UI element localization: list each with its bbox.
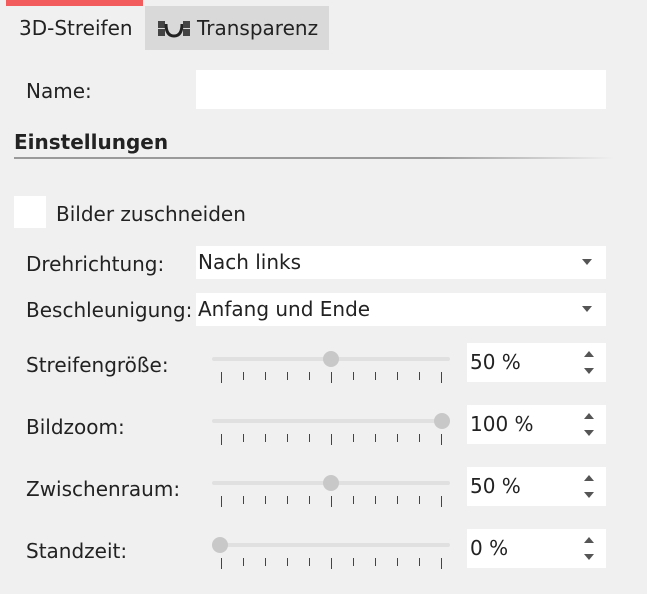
crop-images-checkbox[interactable] bbox=[14, 196, 46, 228]
stripe-size-slider[interactable] bbox=[212, 344, 450, 384]
slider-tick bbox=[221, 558, 222, 569]
slider-tick bbox=[265, 496, 266, 504]
hold-time-value: 0 % bbox=[470, 536, 509, 560]
gap-spinbox[interactable]: 50 % bbox=[467, 467, 606, 506]
spin-up-icon[interactable] bbox=[584, 537, 594, 543]
slider-tick bbox=[309, 496, 310, 504]
slider-tick bbox=[441, 496, 442, 507]
slider-tick bbox=[287, 434, 288, 442]
slider-tick bbox=[419, 372, 420, 380]
slider-tick bbox=[331, 434, 332, 445]
stripe-size-label: Streifengröße: bbox=[26, 353, 169, 377]
direction-label: Drehrichtung: bbox=[26, 252, 165, 276]
crop-images-label: Bilder zuschneiden bbox=[56, 202, 246, 226]
slider-tick bbox=[287, 496, 288, 504]
slider-tick bbox=[331, 372, 332, 383]
slider-ticks bbox=[212, 434, 450, 445]
direction-dropdown[interactable]: Nach links bbox=[196, 246, 606, 279]
slider-tick bbox=[243, 372, 244, 380]
slider-tick bbox=[331, 496, 332, 507]
image-zoom-slider[interactable] bbox=[212, 406, 450, 446]
spin-up-icon[interactable] bbox=[584, 413, 594, 419]
slider-tick bbox=[265, 558, 266, 566]
tab-label: Transparenz bbox=[197, 16, 319, 40]
spin-down-icon[interactable] bbox=[584, 430, 594, 436]
slider-tick bbox=[243, 496, 244, 504]
slider-tick bbox=[419, 496, 420, 504]
image-zoom-value: 100 % bbox=[470, 412, 534, 436]
slider-tick bbox=[243, 558, 244, 566]
spin-up-icon[interactable] bbox=[584, 475, 594, 481]
slider-tick bbox=[441, 558, 442, 569]
acceleration-value: Anfang und Ende bbox=[198, 297, 371, 321]
acceleration-dropdown[interactable]: Anfang und Ende bbox=[196, 293, 606, 326]
chevron-down-icon bbox=[582, 259, 592, 265]
slider-tick bbox=[309, 434, 310, 442]
slider-thumb[interactable] bbox=[434, 413, 450, 429]
spin-down-icon[interactable] bbox=[584, 368, 594, 374]
spin-up-icon[interactable] bbox=[584, 351, 594, 357]
slider-tick bbox=[353, 558, 354, 566]
tab-label: 3D-Streifen bbox=[19, 16, 133, 40]
slider-tick bbox=[287, 372, 288, 380]
gap-slider[interactable] bbox=[212, 468, 450, 508]
tab-bar: 3D-Streifen Transparenz bbox=[0, 0, 647, 50]
slider-tick bbox=[375, 434, 376, 442]
slider-tick bbox=[397, 434, 398, 442]
hold-time-slider[interactable] bbox=[212, 530, 450, 570]
slider-tick bbox=[287, 558, 288, 566]
slider-tick bbox=[221, 496, 222, 507]
image-zoom-spinbox[interactable]: 100 % bbox=[467, 405, 606, 444]
slider-tick bbox=[331, 558, 332, 569]
slider-tick bbox=[441, 372, 442, 383]
tab-3d-streifen[interactable]: 3D-Streifen bbox=[6, 0, 143, 50]
transparency-wave-icon bbox=[157, 16, 191, 40]
slider-tick bbox=[309, 372, 310, 380]
slider-ticks bbox=[212, 496, 450, 507]
slider-ticks bbox=[212, 372, 450, 383]
spin-down-icon[interactable] bbox=[584, 492, 594, 498]
hold-time-label: Standzeit: bbox=[26, 539, 128, 563]
slider-ticks bbox=[212, 558, 450, 569]
slider-tick bbox=[375, 496, 376, 504]
slider-tick bbox=[353, 434, 354, 442]
slider-tick bbox=[353, 496, 354, 504]
slider-tick bbox=[397, 496, 398, 504]
slider-tick bbox=[419, 558, 420, 566]
slider-tick bbox=[441, 434, 442, 445]
chevron-down-icon bbox=[582, 306, 592, 312]
gap-value: 50 % bbox=[470, 474, 521, 498]
section-divider bbox=[14, 157, 614, 159]
slider-tick bbox=[419, 434, 420, 442]
slider-track bbox=[212, 419, 450, 423]
gap-label: Zwischenraum: bbox=[26, 477, 181, 501]
slider-thumb[interactable] bbox=[212, 537, 228, 553]
slider-tick bbox=[375, 372, 376, 380]
slider-tick bbox=[243, 434, 244, 442]
slider-tick bbox=[309, 558, 310, 566]
slider-tick bbox=[221, 372, 222, 383]
direction-value: Nach links bbox=[198, 250, 302, 274]
section-title: Einstellungen bbox=[14, 130, 169, 154]
tab-transparenz[interactable]: Transparenz bbox=[145, 6, 329, 50]
slider-tick bbox=[221, 434, 222, 445]
spin-down-icon[interactable] bbox=[584, 554, 594, 560]
slider-tick bbox=[375, 558, 376, 566]
stripe-size-spinbox[interactable]: 50 % bbox=[467, 343, 606, 382]
name-input[interactable] bbox=[196, 70, 606, 109]
acceleration-label: Beschleunigung: bbox=[26, 298, 193, 322]
hold-time-spinbox[interactable]: 0 % bbox=[467, 529, 606, 568]
slider-track bbox=[212, 543, 450, 547]
slider-thumb[interactable] bbox=[323, 351, 339, 367]
slider-tick bbox=[265, 434, 266, 442]
slider-thumb[interactable] bbox=[323, 475, 339, 491]
name-label: Name: bbox=[26, 79, 92, 103]
slider-tick bbox=[397, 558, 398, 566]
stripe-size-value: 50 % bbox=[470, 350, 521, 374]
slider-tick bbox=[265, 372, 266, 380]
slider-tick bbox=[353, 372, 354, 380]
image-zoom-label: Bildzoom: bbox=[26, 415, 125, 439]
slider-tick bbox=[397, 372, 398, 380]
